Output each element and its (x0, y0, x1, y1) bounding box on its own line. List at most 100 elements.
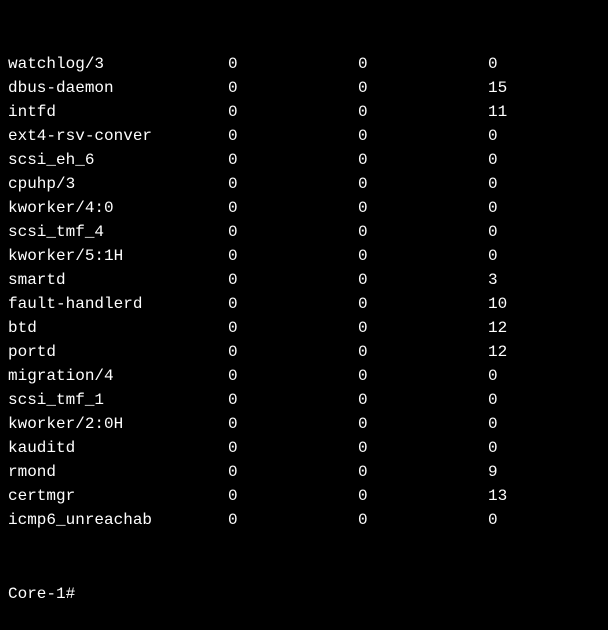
process-name: kworker/5:1H (8, 244, 188, 268)
col-3-value: 13 (448, 484, 578, 508)
table-row: intfd0011 (8, 100, 600, 124)
col-2-value: 0 (318, 220, 448, 244)
col-1-value: 0 (188, 244, 318, 268)
col-1-value: 0 (188, 460, 318, 484)
process-name: rmond (8, 460, 188, 484)
col-3-value: 0 (448, 364, 578, 388)
table-row: migration/4000 (8, 364, 600, 388)
process-name: kworker/4:0 (8, 196, 188, 220)
col-2-value: 0 (318, 124, 448, 148)
process-name: kauditd (8, 436, 188, 460)
table-row: kworker/5:1H000 (8, 244, 600, 268)
col-2-value: 0 (318, 148, 448, 172)
col-3-value: 12 (448, 340, 578, 364)
col-1-value: 0 (188, 220, 318, 244)
col-3-value: 12 (448, 316, 578, 340)
table-row: btd0012 (8, 316, 600, 340)
table-row: watchlog/3000 (8, 52, 600, 76)
process-name: fault-handlerd (8, 292, 188, 316)
col-1-value: 0 (188, 340, 318, 364)
col-1-value: 0 (188, 172, 318, 196)
table-row: ext4-rsv-conver000 (8, 124, 600, 148)
terminal-output: watchlog/3000dbus-daemon0015intfd0011ext… (8, 4, 600, 630)
col-1-value: 0 (188, 52, 318, 76)
col-2-value: 0 (318, 292, 448, 316)
col-2-value: 0 (318, 484, 448, 508)
col-3-value: 0 (448, 508, 578, 532)
col-2-value: 0 (318, 388, 448, 412)
col-2-value: 0 (318, 52, 448, 76)
table-row: scsi_eh_6000 (8, 148, 600, 172)
col-3-value: 15 (448, 76, 578, 100)
table-row: scsi_tmf_1000 (8, 388, 600, 412)
col-2-value: 0 (318, 268, 448, 292)
col-3-value: 0 (448, 220, 578, 244)
col-2-value: 0 (318, 412, 448, 436)
table-row: smartd003 (8, 268, 600, 292)
process-name: ext4-rsv-conver (8, 124, 188, 148)
process-name: cpuhp/3 (8, 172, 188, 196)
col-2-value: 0 (318, 196, 448, 220)
col-3-value: 0 (448, 148, 578, 172)
col-1-value: 0 (188, 148, 318, 172)
col-3-value: 0 (448, 244, 578, 268)
col-1-value: 0 (188, 268, 318, 292)
table-row: kworker/4:0000 (8, 196, 600, 220)
col-2-value: 0 (318, 244, 448, 268)
table-row: cpuhp/3000 (8, 172, 600, 196)
process-name: watchlog/3 (8, 52, 188, 76)
col-1-value: 0 (188, 76, 318, 100)
col-3-value: 0 (448, 196, 578, 220)
col-2-value: 0 (318, 76, 448, 100)
col-1-value: 0 (188, 388, 318, 412)
process-name: scsi_eh_6 (8, 148, 188, 172)
table-row: certmgr0013 (8, 484, 600, 508)
process-name: certmgr (8, 484, 188, 508)
col-2-value: 0 (318, 364, 448, 388)
process-name: dbus-daemon (8, 76, 188, 100)
col-3-value: 0 (448, 436, 578, 460)
col-1-value: 0 (188, 316, 318, 340)
prompt-text: Core-1# (8, 585, 75, 603)
table-row: rmond009 (8, 460, 600, 484)
col-3-value: 0 (448, 388, 578, 412)
table-row: scsi_tmf_4000 (8, 220, 600, 244)
process-name: scsi_tmf_4 (8, 220, 188, 244)
command-prompt[interactable]: Core-1# (8, 582, 600, 606)
table-row: kworker/2:0H000 (8, 412, 600, 436)
table-row: icmp6_unreachab000 (8, 508, 600, 532)
col-1-value: 0 (188, 196, 318, 220)
col-2-value: 0 (318, 436, 448, 460)
process-name: portd (8, 340, 188, 364)
col-1-value: 0 (188, 508, 318, 532)
table-row: fault-handlerd0010 (8, 292, 600, 316)
process-name: migration/4 (8, 364, 188, 388)
col-1-value: 0 (188, 364, 318, 388)
col-3-value: 3 (448, 268, 578, 292)
process-name: scsi_tmf_1 (8, 388, 188, 412)
col-3-value: 0 (448, 52, 578, 76)
col-1-value: 0 (188, 124, 318, 148)
col-1-value: 0 (188, 292, 318, 316)
process-name: icmp6_unreachab (8, 508, 188, 532)
col-2-value: 0 (318, 316, 448, 340)
table-row: dbus-daemon0015 (8, 76, 600, 100)
process-name: smartd (8, 268, 188, 292)
col-3-value: 0 (448, 172, 578, 196)
col-2-value: 0 (318, 460, 448, 484)
process-name: intfd (8, 100, 188, 124)
col-1-value: 0 (188, 436, 318, 460)
col-3-value: 0 (448, 124, 578, 148)
process-name: btd (8, 316, 188, 340)
table-row: kauditd000 (8, 436, 600, 460)
col-1-value: 0 (188, 412, 318, 436)
table-row: portd0012 (8, 340, 600, 364)
col-1-value: 0 (188, 100, 318, 124)
col-2-value: 0 (318, 508, 448, 532)
col-1-value: 0 (188, 484, 318, 508)
col-3-value: 11 (448, 100, 578, 124)
col-3-value: 0 (448, 412, 578, 436)
col-2-value: 0 (318, 340, 448, 364)
col-2-value: 0 (318, 100, 448, 124)
col-2-value: 0 (318, 172, 448, 196)
